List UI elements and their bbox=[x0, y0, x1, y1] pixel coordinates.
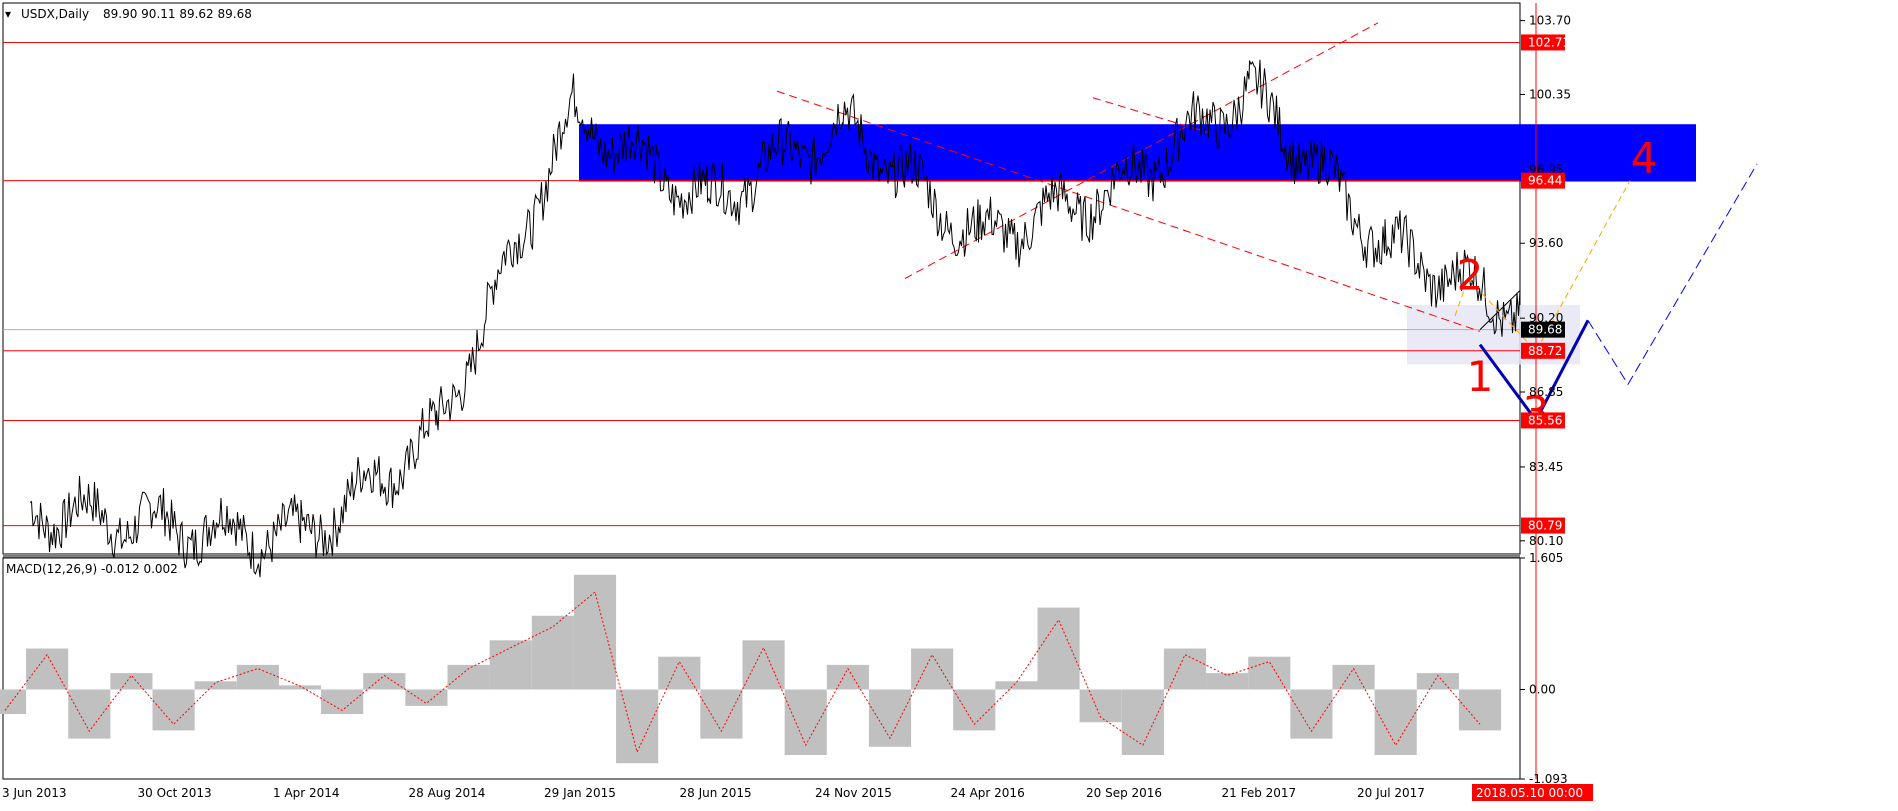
date-tick-label: 28 Aug 2014 bbox=[409, 786, 486, 800]
date-tick-label: 20 Sep 2016 bbox=[1086, 786, 1162, 800]
macd-histogram-bar bbox=[0, 689, 27, 715]
level-price-label: 102.71 bbox=[1528, 35, 1570, 49]
macd-histogram-bar bbox=[1163, 648, 1207, 690]
level-price-label: 88.72 bbox=[1528, 344, 1562, 358]
level-price-label: 96.44 bbox=[1528, 174, 1562, 188]
macd-histogram-bar bbox=[194, 681, 237, 690]
macd-histogram-bar bbox=[1248, 656, 1291, 690]
price-tick-label: 80.10 bbox=[1529, 534, 1563, 548]
wave-label: 4 bbox=[1631, 134, 1658, 183]
macd-histogram-bar bbox=[616, 689, 659, 764]
price-tick-label: 86.85 bbox=[1529, 385, 1563, 399]
date-tick-label: 29 Jan 2015 bbox=[544, 786, 616, 800]
macd-label: MACD(12,26,9) -0.012 0.002 bbox=[6, 562, 178, 576]
macd-histogram-bar bbox=[110, 673, 153, 690]
macd-histogram-bar bbox=[531, 615, 574, 690]
date-tick-label: 20 Jul 2017 bbox=[1357, 786, 1425, 800]
ohlc-label: 89.90 90.11 89.62 89.68 bbox=[103, 7, 252, 21]
cursor-date-label: 2018.05.10 00:00 bbox=[1476, 786, 1583, 800]
symbol-label: USDX,Daily bbox=[21, 7, 89, 21]
price-tick-label: 83.45 bbox=[1529, 460, 1563, 474]
date-tick-label: 24 Apr 2016 bbox=[951, 786, 1025, 800]
macd-tick-label: 0.00 bbox=[1529, 682, 1556, 696]
date-tick-label: 24 Nov 2015 bbox=[815, 786, 892, 800]
macd-histogram-bar bbox=[911, 648, 954, 690]
macd-histogram-bar bbox=[742, 640, 785, 690]
macd-tick-label: -1.093 bbox=[1529, 772, 1568, 786]
macd-histogram-bar bbox=[405, 689, 448, 706]
macd-histogram-bar bbox=[236, 664, 279, 690]
wave-label: 1 bbox=[1467, 352, 1494, 401]
chart-canvas: 1234 103.70100.3596.9593.6090.2086.8583.… bbox=[0, 0, 1898, 807]
level-price-label: 80.79 bbox=[1528, 519, 1562, 533]
last-price-label: 89.68 bbox=[1528, 323, 1562, 337]
price-tick-label: 93.60 bbox=[1529, 236, 1563, 250]
macd-tick-label: 1.605 bbox=[1529, 551, 1563, 565]
macd-histogram-bar bbox=[658, 656, 701, 690]
macd-histogram-bar bbox=[1037, 607, 1080, 690]
date-tick-label: 21 Feb 2017 bbox=[1222, 786, 1297, 800]
macd-histogram-bar bbox=[573, 574, 617, 690]
date-tick-label: 1 Apr 2014 bbox=[273, 786, 340, 800]
macd-histogram-bar bbox=[1374, 689, 1417, 755]
collapse-triangle-icon[interactable]: ▾ bbox=[5, 7, 11, 21]
price-tick-label: 103.70 bbox=[1529, 14, 1571, 28]
level-price-label: 85.56 bbox=[1528, 413, 1562, 427]
date-tick-label: 30 Oct 2013 bbox=[138, 786, 212, 800]
chart-root: 1234 103.70 100.35 96.95 93.60 90.20 86.85 83.… bbox=[0, 0, 1898, 807]
macd-histogram-bar bbox=[1206, 673, 1249, 690]
pane-separator bbox=[3, 554, 1520, 558]
date-tick-label: 28 Jun 2015 bbox=[680, 786, 752, 800]
wave-label: 2 bbox=[1457, 251, 1484, 300]
price-tick-label: 100.35 bbox=[1529, 87, 1571, 101]
macd-histogram-bar bbox=[995, 681, 1038, 690]
date-tick-label: 3 Jun 2013 bbox=[2, 786, 67, 800]
